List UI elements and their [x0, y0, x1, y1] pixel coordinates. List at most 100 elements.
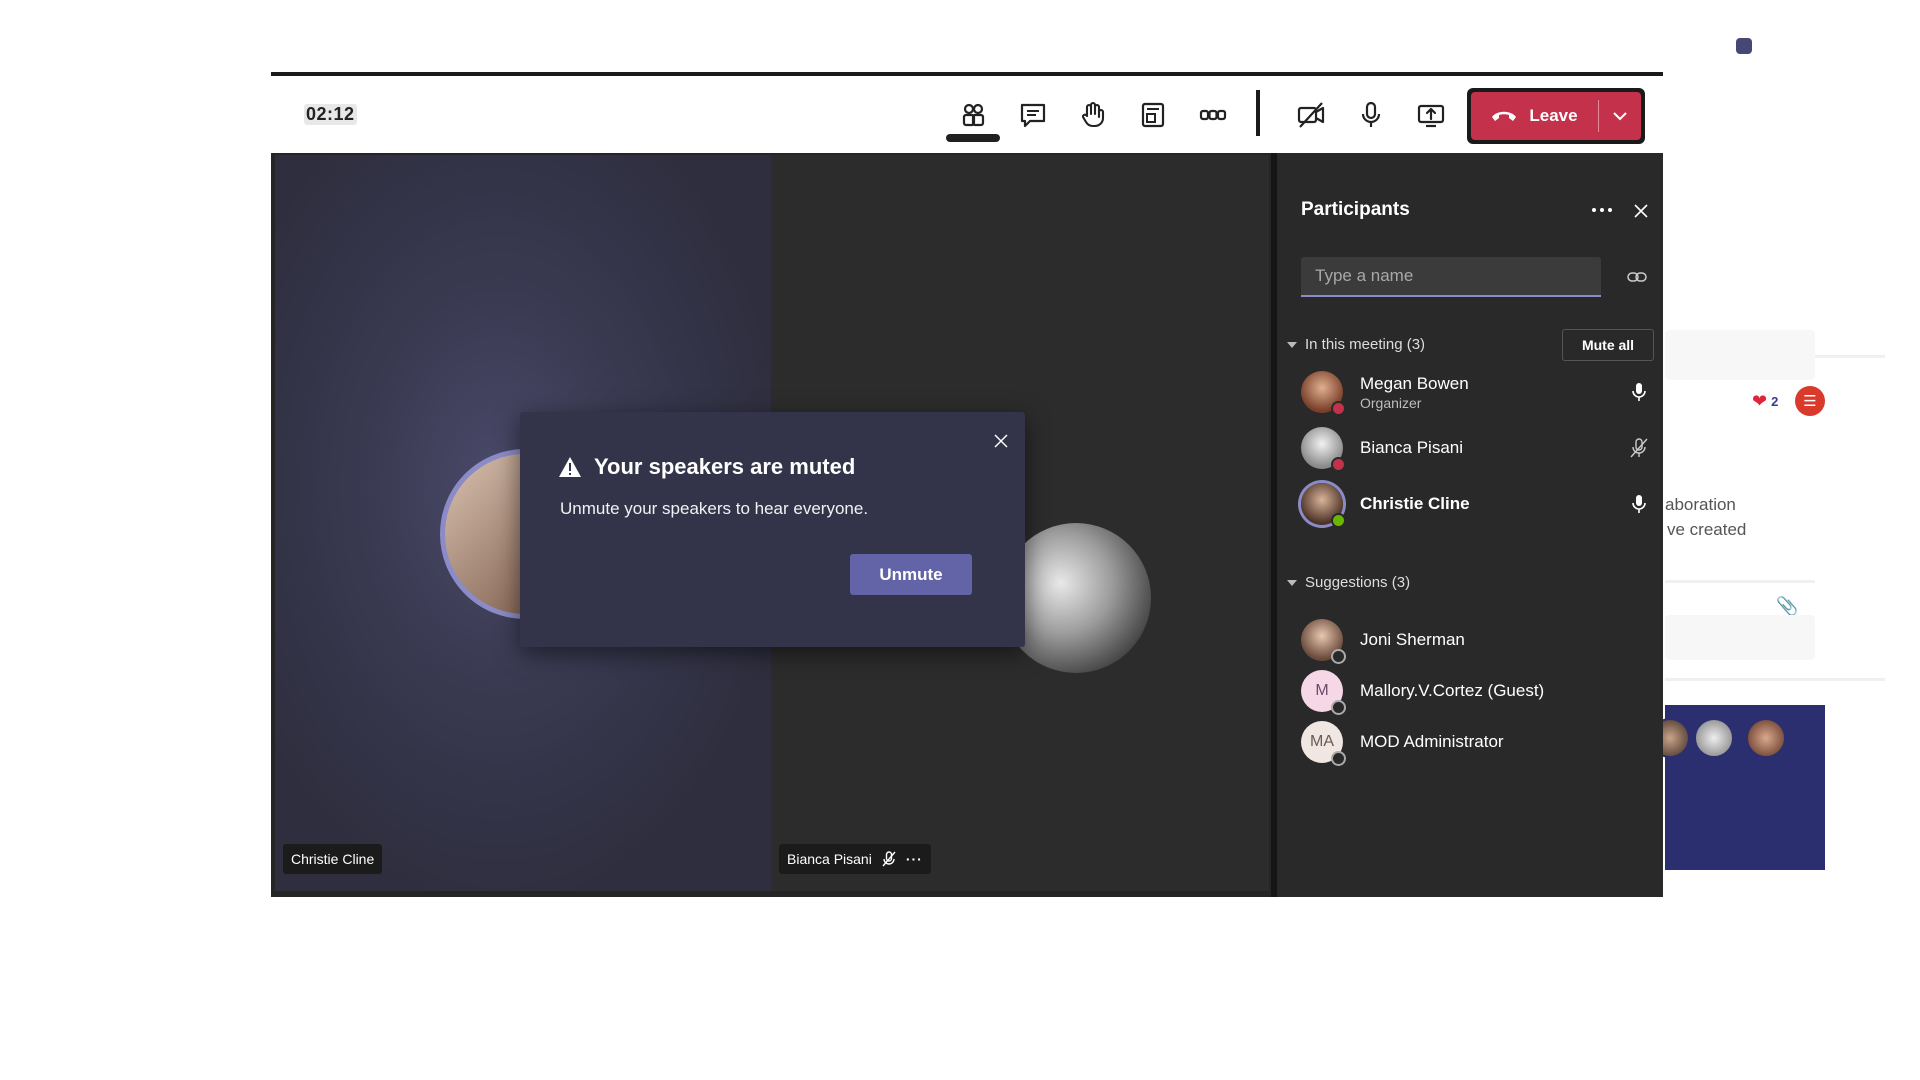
show-conversation-button[interactable] — [1015, 98, 1051, 132]
more-icon — [1199, 109, 1227, 121]
presence-available-icon — [1331, 513, 1346, 528]
speakers-muted-dialog: Your speakers are muted Unmute your spea… — [520, 412, 1025, 647]
close-icon — [994, 434, 1008, 448]
presence-offline-icon — [1331, 700, 1346, 715]
share-invite-button[interactable] — [1625, 267, 1649, 287]
avatar — [1694, 718, 1734, 758]
close-icon — [1634, 204, 1648, 218]
mic-off-icon — [882, 851, 896, 867]
participant-name: Christie Cline — [291, 851, 375, 867]
suggestion-row[interactable]: Joni Sherman — [1301, 612, 1651, 668]
rooms-icon — [1141, 102, 1165, 128]
participant-row[interactable]: Christie Cline — [1301, 476, 1651, 532]
participants-icon — [962, 103, 985, 127]
suggestion-row[interactable]: M Mallory.V.Cortez (Guest) — [1301, 663, 1651, 719]
leave-label: Leave — [1529, 106, 1578, 125]
chat-icon — [1020, 103, 1046, 128]
tile-more-button[interactable]: ··· — [906, 851, 923, 867]
participant-name-chip: Christie Cline — [283, 844, 383, 874]
meeting-timer: 02:12 — [304, 104, 357, 125]
microphone-icon — [1632, 383, 1646, 401]
panel-title: Participants — [1301, 199, 1410, 220]
app-indicator-icon — [1736, 38, 1752, 54]
background-card — [1665, 330, 1815, 380]
presence-offline-icon — [1331, 751, 1346, 766]
warning-icon — [559, 457, 581, 477]
microphone-icon — [1361, 101, 1381, 127]
avatar — [1301, 371, 1346, 416]
avatar: MA — [1301, 721, 1346, 766]
participant-row[interactable]: Bianca Pisani — [1301, 420, 1651, 476]
hang-up-icon — [1492, 111, 1517, 121]
camera-off-icon — [1297, 102, 1325, 128]
participant-mic-button[interactable] — [1627, 380, 1651, 404]
participant-name: Christie Cline — [1360, 494, 1470, 513]
background-banner — [1665, 705, 1825, 870]
divider — [1665, 678, 1885, 681]
reaction-badge: ❤ 2 — [1752, 391, 1779, 411]
breakout-rooms-button[interactable] — [1135, 98, 1171, 132]
leave-control: Leave — [1467, 88, 1645, 144]
leave-button-group: Leave — [1471, 92, 1641, 140]
ellipsis-icon — [1592, 208, 1612, 212]
background-card — [1665, 615, 1815, 660]
participants-panel: Participants In this meeting (3) Mute al… — [1277, 153, 1663, 897]
background-text-2: ve created — [1667, 520, 1747, 539]
participant-role: Organizer — [1360, 394, 1422, 411]
mute-all-button[interactable]: Mute all — [1562, 329, 1654, 361]
avatar — [1301, 483, 1346, 528]
meeting-toolbar: 02:12 Leave — [271, 76, 1663, 153]
unmute-button[interactable]: Unmute — [850, 554, 972, 595]
notes-icon: ☰ — [1795, 386, 1825, 416]
in-meeting-section-header[interactable]: In this meeting (3) — [1287, 336, 1425, 353]
presence-busy-icon — [1331, 401, 1346, 416]
avatar — [1746, 718, 1786, 758]
active-indicator — [946, 134, 1000, 142]
avatar: M — [1301, 670, 1346, 715]
presence-offline-icon — [1331, 649, 1346, 664]
toolbar-separator — [1256, 90, 1260, 136]
avatar — [1301, 619, 1346, 664]
camera-toggle-button[interactable] — [1293, 98, 1329, 132]
panel-more-button[interactable] — [1587, 199, 1617, 221]
participant-row[interactable]: Megan Bowen Organizer — [1301, 364, 1651, 420]
raise-hand-button[interactable] — [1075, 98, 1111, 132]
suggestions-label: Suggestions (3) — [1305, 574, 1411, 591]
chevron-down-icon — [1287, 579, 1297, 586]
participant-name: Joni Sherman — [1360, 630, 1465, 649]
participant-search-input[interactable] — [1301, 257, 1601, 297]
dialog-close-button[interactable] — [990, 430, 1012, 452]
in-meeting-label: In this meeting (3) — [1305, 336, 1426, 353]
background-text-1: aboration — [1665, 495, 1736, 514]
participant-name: Bianca Pisani — [787, 851, 872, 867]
participant-mic-button[interactable] — [1627, 492, 1651, 516]
microphone-icon — [1632, 495, 1646, 513]
heart-icon: ❤ — [1752, 391, 1768, 411]
attachment-icon: 📎 — [1776, 596, 1799, 616]
participant-mic-button[interactable] — [1627, 436, 1651, 460]
chevron-down-icon — [1613, 111, 1627, 120]
chevron-down-icon — [1287, 341, 1297, 348]
hand-icon — [1081, 101, 1105, 128]
avatar — [1301, 427, 1346, 472]
participant-name: Mallory.V.Cortez (Guest) — [1360, 681, 1545, 700]
share-tray-button[interactable] — [1413, 98, 1449, 132]
participant-name: Megan Bowen — [1360, 373, 1469, 393]
more-actions-button[interactable] — [1195, 98, 1231, 132]
suggestions-section-header[interactable]: Suggestions (3) — [1287, 574, 1410, 591]
suggestion-row[interactable]: MA MOD Administrator — [1301, 714, 1651, 770]
share-screen-icon — [1417, 104, 1445, 128]
show-participants-button[interactable] — [955, 98, 991, 132]
leave-options-button[interactable] — [1599, 111, 1641, 121]
mic-off-icon — [1630, 438, 1648, 458]
divider — [1665, 580, 1815, 583]
dialog-title-text: Your speakers are muted — [594, 454, 856, 479]
participant-name: Bianca Pisani — [1360, 438, 1464, 457]
link-icon — [1627, 272, 1647, 282]
panel-close-button[interactable] — [1629, 199, 1653, 223]
participant-name-chip: Bianca Pisani ··· — [779, 844, 931, 874]
leave-button[interactable]: Leave — [1471, 106, 1598, 126]
mic-toggle-button[interactable] — [1353, 98, 1389, 132]
participant-name: MOD Administrator — [1360, 732, 1504, 751]
presence-busy-icon — [1331, 457, 1346, 472]
